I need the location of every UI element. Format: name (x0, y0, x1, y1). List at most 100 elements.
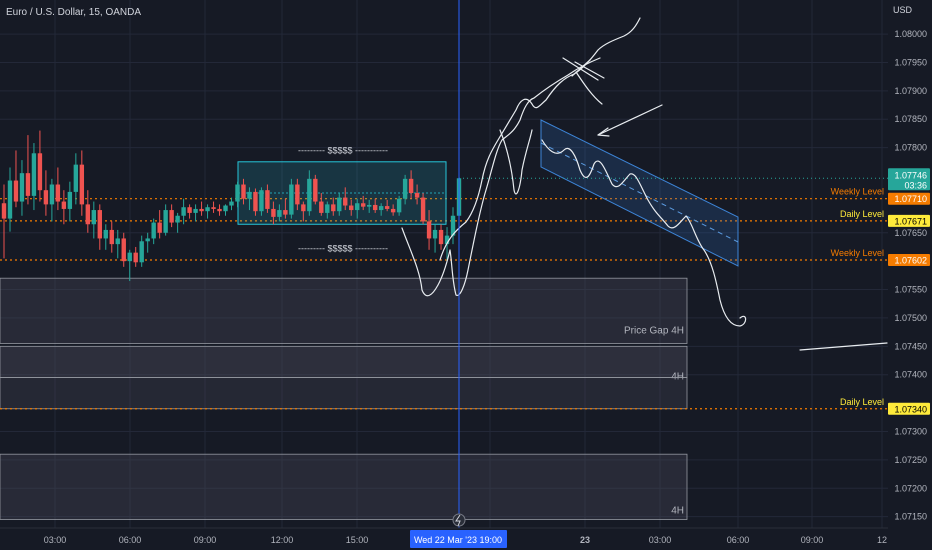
candle-body (217, 208, 222, 212)
candle-body (25, 173, 31, 196)
symbol-title: Euro / U.S. Dollar, 15, OANDA (6, 7, 141, 18)
candle-body (37, 153, 43, 191)
time-tick-label: 06:00 (119, 535, 142, 545)
candle-body (79, 164, 85, 205)
level-price-label: 1.07671 (894, 216, 927, 226)
level-name: Daily Level (840, 397, 884, 407)
candle-body (420, 197, 426, 222)
countdown-label: 03:36 (904, 180, 927, 190)
candle-body (378, 206, 384, 211)
price-tick-label: 1.07950 (894, 57, 927, 67)
price-tick-label: 1.07150 (894, 512, 927, 522)
price-tick-label: 1.07550 (894, 285, 927, 295)
candle-body (13, 180, 19, 202)
candle-body (205, 207, 210, 212)
candle-body (91, 210, 97, 225)
zone-rect[interactable] (0, 377, 688, 410)
candle-body (295, 184, 300, 205)
candle-body (145, 238, 150, 242)
price-tick-label: 1.07800 (894, 143, 927, 153)
candle-body (139, 241, 144, 263)
price-tick-label: 1.07200 (894, 483, 927, 493)
candle-body (355, 203, 360, 211)
candle-body (289, 184, 294, 215)
candle-body (43, 190, 49, 205)
candle-body (55, 184, 61, 202)
time-tick-label: 23 (580, 535, 590, 545)
candle-body (7, 180, 13, 219)
candle-body (432, 229, 438, 239)
time-tick-label: 12 (877, 535, 887, 545)
candle-body (133, 252, 138, 263)
time-tick-label: 09:00 (194, 535, 217, 545)
candle-body (97, 210, 102, 239)
price-tick-label: 1.07450 (894, 341, 927, 351)
price-axis-bg (888, 0, 932, 550)
crosshair-time-label: Wed 22 Mar '23 19:00 (414, 535, 502, 545)
candle-body (372, 204, 378, 211)
level-name: Weekly Level (831, 187, 884, 197)
candle-body (103, 229, 108, 239)
candle-body (181, 207, 186, 216)
zone-label: Price Gap 4H (624, 325, 684, 336)
price-zones: Price Gap 4H4H4H (0, 277, 688, 520)
candle-body (187, 207, 192, 213)
candle-body (319, 201, 324, 213)
candle-body (408, 178, 414, 194)
candle-body (349, 205, 354, 211)
price-tick-label: 1.07250 (894, 455, 927, 465)
candle-body (229, 201, 234, 206)
candle-body (157, 222, 162, 233)
price-tick-label: 1.07900 (894, 86, 927, 96)
chart-canvas[interactable]: Price Gap 4H4H4H Weekly LevelDaily Level… (0, 0, 932, 550)
candle-body (241, 184, 246, 199)
price-tick-label: 1.07300 (894, 426, 927, 436)
time-tick-label: 03:00 (44, 535, 67, 545)
time-tick-label: 03:00 (649, 535, 672, 545)
candle-body (277, 210, 282, 217)
candle-body (121, 238, 126, 262)
candle-body (307, 178, 312, 212)
candle-body (426, 221, 432, 239)
price-axis[interactable]: 1.08000 1.07950 1.07900 1.07850 1.07800 1.076… (888, 0, 932, 550)
current-price-label: 1.07746 (894, 170, 927, 180)
candle-body (265, 190, 270, 209)
candle-body (235, 184, 240, 202)
candle-body (73, 164, 79, 192)
candle-body (127, 252, 132, 262)
candle-body (259, 190, 264, 212)
candle-body (366, 204, 372, 207)
candle-body (390, 208, 396, 213)
zone-label: 4H (671, 505, 684, 516)
candle-body (384, 206, 390, 209)
candle-body (115, 238, 120, 245)
candle-body (402, 178, 408, 199)
zone-rect[interactable] (0, 277, 688, 344)
time-axis[interactable]: 03:0006:0009:0012:0015:0019:002303:0006:… (0, 527, 932, 550)
candle-body (199, 208, 204, 212)
time-tick-label: 12:00 (271, 535, 294, 545)
candle-body (271, 208, 276, 217)
dollar-annotation: --------- $$$$$ ----------- (298, 145, 388, 155)
level-name: Daily Level (840, 209, 884, 219)
candle-body (193, 208, 198, 213)
time-tick-label: 06:00 (727, 535, 750, 545)
candle-body (175, 215, 180, 223)
candle-body (343, 197, 348, 206)
level-name: Weekly Level (831, 248, 884, 258)
candle-body (301, 204, 306, 212)
zone-rect[interactable] (0, 345, 688, 378)
candle-body (313, 178, 318, 202)
level-price-label: 1.07710 (894, 194, 927, 204)
price-tick-label: 1.08000 (894, 29, 927, 39)
time-tick-label: 09:00 (801, 535, 824, 545)
candle-body (109, 229, 114, 245)
price-tick-label: 1.07650 (894, 228, 927, 238)
candle-body (438, 229, 444, 245)
candle-body (49, 184, 55, 205)
candle-body (67, 191, 73, 209)
candle-body (19, 173, 25, 202)
price-tick-label: 1.07850 (894, 114, 927, 124)
zone-rect[interactable] (0, 453, 688, 520)
currency-label: USD (893, 5, 913, 15)
